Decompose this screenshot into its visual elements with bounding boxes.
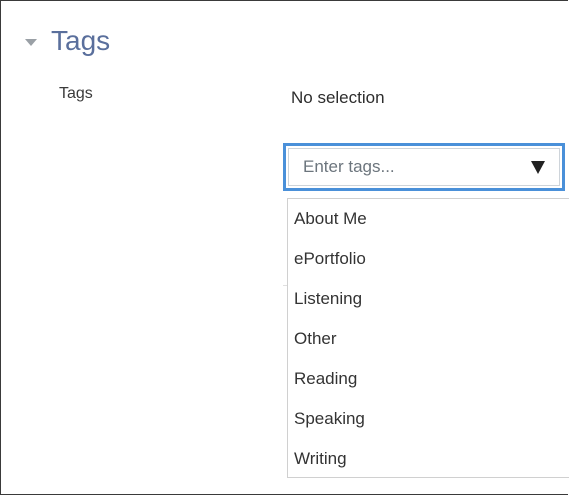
dropdown-arrow-icon[interactable] bbox=[531, 160, 545, 174]
section-title: Tags bbox=[51, 25, 111, 56]
tags-field-label: Tags bbox=[59, 85, 93, 102]
tag-input-inner bbox=[288, 148, 560, 186]
tag-option-other[interactable]: Other bbox=[288, 319, 569, 359]
tag-option-about-me[interactable]: About Me bbox=[288, 199, 569, 239]
tags-fieldset: Tags Tags No selection About Me ePortfol… bbox=[0, 0, 569, 495]
tag-search-input[interactable] bbox=[289, 148, 531, 186]
collapse-triangle-icon[interactable] bbox=[25, 38, 37, 46]
tag-option-eportfolio[interactable]: ePortfolio bbox=[288, 239, 569, 279]
tag-option-reading[interactable]: Reading bbox=[288, 359, 569, 399]
tag-option-writing[interactable]: Writing bbox=[288, 439, 569, 479]
tags-section-header[interactable]: Tags bbox=[25, 23, 110, 59]
tag-input-container[interactable] bbox=[283, 143, 565, 191]
tag-options-list: About Me ePortfolio Listening Other Read… bbox=[287, 198, 569, 478]
tag-option-speaking[interactable]: Speaking bbox=[288, 399, 569, 439]
tag-option-listening[interactable]: Listening bbox=[288, 279, 569, 319]
selection-status-text: No selection bbox=[291, 88, 385, 107]
